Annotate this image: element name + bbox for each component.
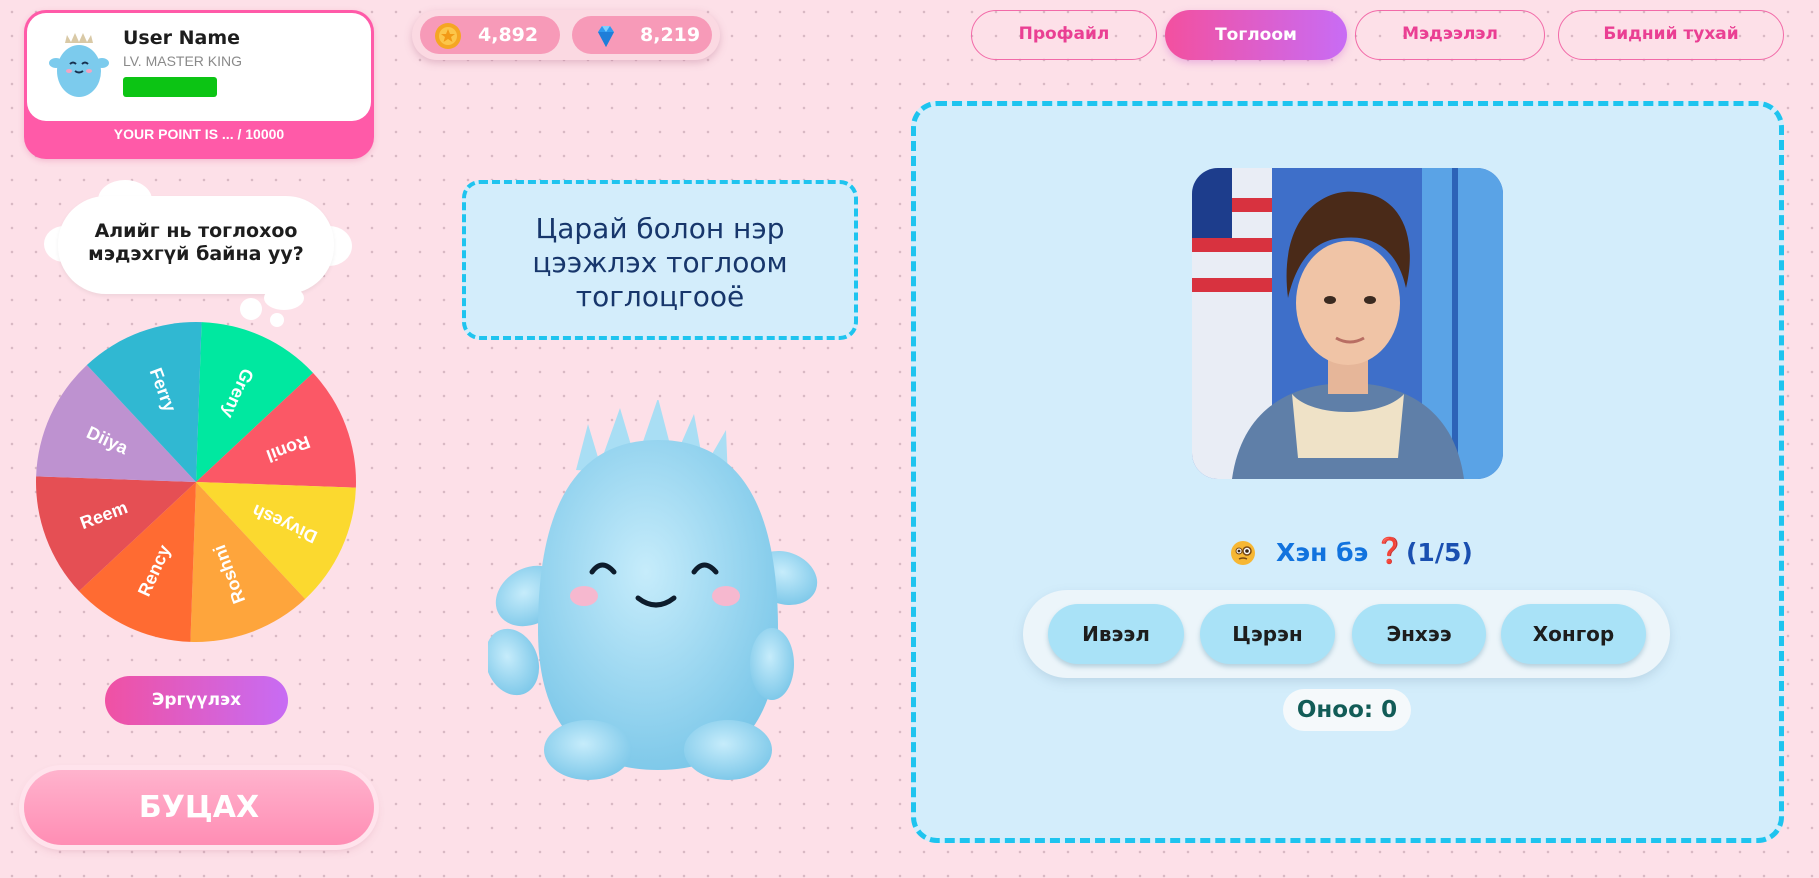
person-photo xyxy=(1192,168,1503,479)
bubble-line-2: мэдэхгүй байна уу? xyxy=(88,243,304,265)
coins-value: 4,892 xyxy=(478,24,539,46)
question-progress: (1/5) xyxy=(1406,538,1473,567)
diamond-icon xyxy=(598,26,614,47)
mascot-image xyxy=(488,400,818,780)
question-mark-icon: ❓ xyxy=(1374,536,1406,565)
user-name: User Name xyxy=(123,27,241,49)
spin-button[interactable]: Эргүүлэх xyxy=(105,676,288,725)
back-button[interactable]: БУЦАХ xyxy=(24,770,374,845)
answer-button-1[interactable]: Ивээл xyxy=(1048,604,1184,664)
coin-icon xyxy=(435,23,461,49)
spin-wheel[interactable]: GrenyRonilDivyeshRoshniRencyReemDiiyaFer… xyxy=(34,320,358,644)
question-row: Хэн бэ ❓ (1/5) xyxy=(1230,536,1473,576)
profile-card: User Name LV. MASTER KING YOUR POINT IS … xyxy=(24,10,374,159)
points-text: YOUR POINT IS ... / 10000 xyxy=(113,126,285,142)
nav-profile[interactable]: Профайл xyxy=(971,10,1157,60)
nav-about[interactable]: Бидний тухай xyxy=(1558,10,1784,60)
game-title-line-1: Царай болон нэр xyxy=(535,212,785,245)
bubble-text: Алийг нь тоглохоо мэдэхгүй байна уу? xyxy=(58,220,334,266)
game-title-line-2: цээжлэх тоглоом xyxy=(532,246,788,279)
bubble-line-1: Алийг нь тоглохоо xyxy=(94,220,298,242)
answer-options: Ивээл Цэрэн Энхээ Хонгор xyxy=(1023,590,1670,678)
gems-badge: 8,219 xyxy=(572,16,712,54)
user-level: LV. MASTER KING xyxy=(123,53,243,69)
question-text: Хэн бэ xyxy=(1276,538,1369,567)
game-title-line-3: тоглоцгооё xyxy=(575,280,745,313)
face-with-monocle-icon xyxy=(1231,541,1255,565)
answer-button-4[interactable]: Хонгор xyxy=(1501,604,1646,664)
nav-info[interactable]: Мэдээлэл xyxy=(1355,10,1545,60)
game-title: Царай болон нэр цээжлэх тоглоом тоглоцго… xyxy=(466,212,854,314)
nav-game[interactable]: Тоглоом xyxy=(1165,10,1347,60)
score-display: Оноо: 0 xyxy=(1283,689,1411,731)
coins-badge: 4,892 xyxy=(420,16,560,54)
game-title-box: Царай болон нэр цээжлэх тоглоом тоглоцго… xyxy=(462,180,858,340)
currency-bar: 4,892 8,219 xyxy=(412,10,720,60)
level-progress-bar xyxy=(123,77,217,97)
answer-button-2[interactable]: Цэрэн xyxy=(1200,604,1335,664)
profile-info: User Name LV. MASTER KING xyxy=(27,13,371,121)
avatar xyxy=(49,33,109,97)
gems-value: 8,219 xyxy=(640,24,701,46)
answer-button-3[interactable]: Энхээ xyxy=(1352,604,1486,664)
